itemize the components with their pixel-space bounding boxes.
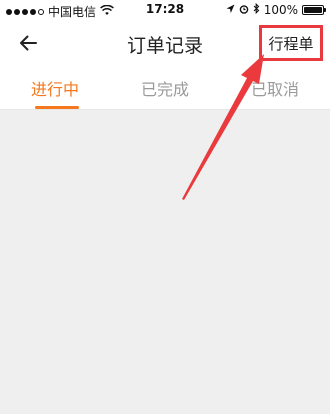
tab-in-progress[interactable]: 进行中	[0, 76, 110, 100]
tab-cancelled[interactable]: 已取消	[220, 76, 330, 100]
battery-percent: 100%	[263, 3, 298, 17]
itinerary-button[interactable]: 行程单	[259, 25, 323, 61]
back-arrow-icon	[20, 35, 37, 51]
order-tabs: 进行中 已完成 已取消	[0, 66, 330, 110]
battery-level-fill	[304, 7, 322, 13]
tab-completed[interactable]: 已完成	[110, 76, 220, 100]
order-list-area	[0, 110, 330, 414]
battery-icon	[302, 5, 326, 15]
status-bar: 中国电信 17:28 100%	[0, 0, 330, 20]
status-bar-right: 100%	[226, 2, 326, 17]
back-button[interactable]	[14, 29, 42, 57]
bluetooth-icon	[253, 2, 260, 17]
active-tab-indicator	[35, 106, 79, 109]
alarm-icon	[239, 3, 249, 17]
location-arrow-icon	[226, 3, 235, 17]
